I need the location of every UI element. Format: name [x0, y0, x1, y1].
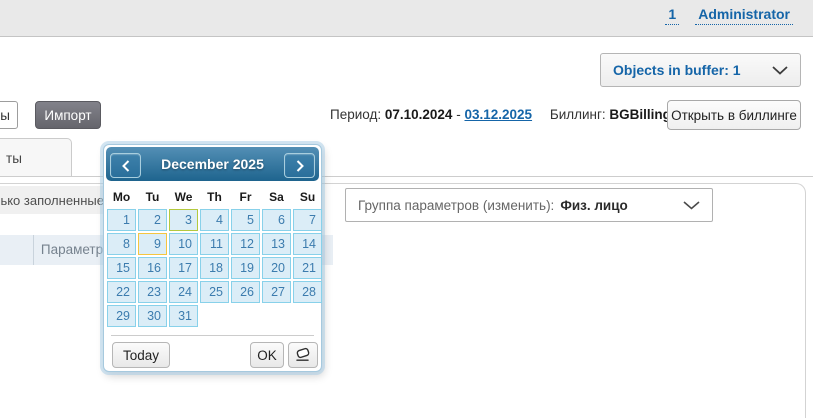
- calendar-day[interactable]: 30: [138, 305, 167, 327]
- app-screen: 1 Administrator Objects in buffer: 1 ы И…: [0, 0, 813, 418]
- chevron-right-icon: [295, 159, 305, 173]
- calendar-day[interactable]: 11: [200, 233, 229, 255]
- calendar-day[interactable]: 23: [138, 281, 167, 303]
- calendar-day[interactable]: 9: [138, 233, 167, 255]
- calendar-day[interactable]: 25: [200, 281, 229, 303]
- import-button[interactable]: Импорт: [35, 101, 101, 129]
- calendar-header: December 2025: [106, 147, 319, 181]
- calendar-day[interactable]: 4: [200, 209, 229, 231]
- weekday-label: Tu: [138, 187, 167, 207]
- calendar-day[interactable]: 2: [138, 209, 167, 231]
- period-dash: -: [456, 107, 461, 122]
- calendar-prev-month-button[interactable]: [110, 153, 141, 178]
- import-button-label: Импорт: [44, 108, 91, 123]
- objects-in-buffer-label: Objects in buffer: 1: [613, 62, 741, 78]
- calendar-day[interactable]: 31: [169, 305, 198, 327]
- calendar-day[interactable]: 6: [262, 209, 291, 231]
- calendar-day[interactable]: 27: [262, 281, 291, 303]
- objects-in-buffer-dropdown[interactable]: Objects in buffer: 1: [600, 53, 801, 87]
- calendar-clear-button[interactable]: [288, 342, 318, 368]
- weekday-label: Mo: [107, 187, 136, 207]
- weekday-label: Th: [200, 187, 229, 207]
- calendar-ok-label: OK: [257, 348, 277, 363]
- calendar-day[interactable]: 5: [231, 209, 260, 231]
- administrator-link[interactable]: Administrator: [695, 6, 793, 25]
- calendar-day[interactable]: 14: [293, 233, 322, 255]
- calendar-day[interactable]: 10: [169, 233, 198, 255]
- top-bar: 1 Administrator: [0, 0, 813, 37]
- calendar-day[interactable]: 1: [107, 209, 136, 231]
- calendar-weekdays: MoTuWeThFrSaSu: [107, 187, 322, 207]
- period-start-date: 07.10.2024: [385, 107, 453, 122]
- calendar-grid: 1234567891011121314151617181920212223242…: [107, 209, 322, 327]
- calendar-today-label: Today: [123, 348, 159, 363]
- chevron-down-icon: [772, 66, 788, 75]
- calendar-day[interactable]: 3: [169, 209, 198, 231]
- tab-partial[interactable]: ты: [0, 138, 72, 177]
- eraser-icon: [293, 347, 313, 363]
- calendar-popup: December 2025 MoTuWeThFrSaSu 12345678910…: [103, 144, 322, 372]
- open-in-billing-button[interactable]: Открыть в биллинге: [667, 100, 801, 130]
- calendar-next-month-button[interactable]: [284, 153, 315, 178]
- calendar-day[interactable]: 16: [138, 257, 167, 279]
- weekday-label: We: [169, 187, 198, 207]
- cutoff-left-button-label: ы: [0, 108, 10, 123]
- weekday-label: Sa: [262, 187, 291, 207]
- calendar-day[interactable]: 15: [107, 257, 136, 279]
- filled-only-label: ько заполненные: [0, 193, 104, 208]
- calendar-day[interactable]: 18: [200, 257, 229, 279]
- calendar-day[interactable]: 21: [293, 257, 322, 279]
- open-in-billing-label: Открыть в биллинге: [671, 108, 797, 123]
- calendar-day[interactable]: 8: [107, 233, 136, 255]
- calendar-day[interactable]: 22: [107, 281, 136, 303]
- user-links: 1 Administrator: [665, 6, 793, 25]
- period-label: Период:: [330, 107, 381, 122]
- parameter-group-label: Группа параметров (изменить):: [358, 198, 554, 213]
- calendar-ok-button[interactable]: OK: [250, 342, 284, 368]
- chevron-left-icon: [121, 159, 131, 173]
- calendar-month-title: December 2025: [146, 147, 279, 181]
- calendar-day[interactable]: 17: [169, 257, 198, 279]
- period-end-date-link[interactable]: 03.12.2025: [464, 107, 532, 122]
- filled-only-toggle[interactable]: ько заполненные: [0, 186, 108, 214]
- calendar-day[interactable]: 26: [231, 281, 260, 303]
- billing-label: Биллинг:: [550, 107, 606, 122]
- parameter-group-value: Физ. лицо: [560, 198, 627, 213]
- calendar-day[interactable]: 13: [262, 233, 291, 255]
- calendar-footer-divider: [111, 335, 314, 336]
- calendar-day[interactable]: 12: [231, 233, 260, 255]
- calendar-day[interactable]: 19: [231, 257, 260, 279]
- calendar-day[interactable]: 28: [293, 281, 322, 303]
- calendar-day[interactable]: 20: [262, 257, 291, 279]
- chevron-down-icon: [683, 201, 700, 210]
- calendar-day[interactable]: 24: [169, 281, 198, 303]
- parameter-group-select[interactable]: Группа параметров (изменить): Физ. лицо: [345, 188, 713, 222]
- table-header-parameter: Параметр: [33, 235, 111, 265]
- tab-partial-label: ты: [6, 151, 22, 166]
- billing-name: BGBilling: [609, 107, 671, 122]
- period-line: Период: 07.10.2024 - 03.12.2025 Биллинг:…: [330, 107, 671, 122]
- cutoff-left-button[interactable]: ы: [0, 101, 18, 129]
- calendar-today-button[interactable]: Today: [112, 342, 170, 368]
- weekday-label: Fr: [231, 187, 260, 207]
- calendar-day[interactable]: 29: [107, 305, 136, 327]
- weekday-label: Su: [293, 187, 322, 207]
- user-id-link[interactable]: 1: [665, 6, 679, 25]
- calendar-day[interactable]: 7: [293, 209, 322, 231]
